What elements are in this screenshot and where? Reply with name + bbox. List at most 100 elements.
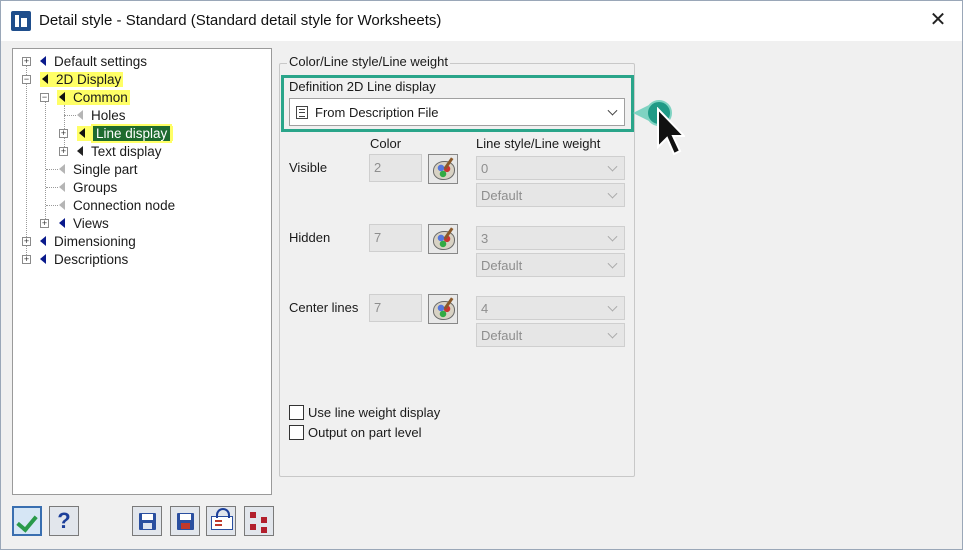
visible-style-dropdown[interactable]: 0 <box>476 156 625 180</box>
tree-item-connection-node[interactable]: Connection node <box>59 196 175 214</box>
triangle-icon <box>59 200 65 210</box>
settings-tree[interactable]: + Default settings − 2D Display − Common… <box>12 48 272 495</box>
floppy-icon <box>139 513 156 530</box>
app-icon <box>11 11 31 31</box>
tree-item-label: Common <box>73 89 128 105</box>
tree-item-views[interactable]: Views <box>59 214 109 232</box>
load-button[interactable] <box>206 506 236 536</box>
tree-item-label: Dimensioning <box>54 233 136 249</box>
group-title: Color/Line style/Line weight <box>287 54 450 69</box>
floppy-icon <box>177 513 194 530</box>
tree-item-single-part[interactable]: Single part <box>59 160 138 178</box>
structure-icon <box>250 512 256 518</box>
help-icon: ? <box>57 508 71 533</box>
mouse-cursor-icon <box>657 107 685 156</box>
structure-icon <box>261 527 267 533</box>
collapse-icon[interactable]: − <box>40 93 49 102</box>
chevron-down-icon <box>607 188 618 199</box>
title-bar: Detail style - Standard (Standard detail… <box>1 1 962 41</box>
center-lines-style-dropdown[interactable]: 4 <box>476 296 625 320</box>
document-icon <box>296 105 308 119</box>
tree-item-groups[interactable]: Groups <box>59 178 117 196</box>
tree-item-holes[interactable]: Holes <box>77 106 126 124</box>
color-header: Color <box>370 136 402 151</box>
hidden-weight-dropdown[interactable]: Default <box>476 253 625 277</box>
tree-line <box>46 169 58 170</box>
expand-icon[interactable]: + <box>22 57 31 66</box>
triangle-icon <box>40 56 46 66</box>
ok-button[interactable] <box>12 506 42 536</box>
triangle-icon <box>40 254 46 264</box>
tree-line <box>46 187 58 188</box>
line-weight-display-checkbox[interactable] <box>289 405 304 420</box>
visible-palette-icon[interactable] <box>428 154 458 184</box>
tree-item-label: Holes <box>91 107 126 123</box>
help-button[interactable]: ? <box>49 506 79 536</box>
chevron-down-icon <box>607 161 618 172</box>
structure-button[interactable] <box>244 506 274 536</box>
expand-icon[interactable]: + <box>40 219 49 228</box>
tree-item-label: Groups <box>73 179 118 195</box>
triangle-icon <box>79 128 85 138</box>
save-as-button[interactable] <box>170 506 200 536</box>
tree-highlight: Line display <box>77 123 174 143</box>
center-lines-weight-value: Default <box>481 327 523 343</box>
center-lines-color-field[interactable]: 7 <box>369 294 422 322</box>
line-weight-display-label: Use line weight display <box>308 405 441 420</box>
center-lines-weight-dropdown[interactable]: Default <box>476 323 625 347</box>
expand-icon[interactable]: + <box>22 237 31 246</box>
chevron-down-icon <box>607 105 618 116</box>
tree-item-line-display[interactable]: Line display <box>77 123 174 143</box>
hidden-weight-value: Default <box>481 257 523 273</box>
tree-highlight: Common <box>57 89 130 105</box>
dialog-window: Detail style - Standard (Standard detail… <box>0 0 963 550</box>
visible-color-field[interactable]: 2 <box>369 154 422 182</box>
tree-line <box>45 101 46 225</box>
tree-line <box>64 115 76 116</box>
expand-icon[interactable]: + <box>59 147 68 156</box>
tree-item-2d-display[interactable]: 2D Display <box>40 70 124 88</box>
tree-item-common[interactable]: Common <box>57 88 130 106</box>
triangle-icon <box>42 74 48 84</box>
expand-icon[interactable]: + <box>22 255 31 264</box>
line-weight-display-option[interactable]: Use line weight display <box>289 405 440 420</box>
tree-item-default-settings[interactable]: Default settings <box>40 52 147 70</box>
triangle-icon <box>40 236 46 246</box>
structure-icon <box>250 524 256 530</box>
load-icon <box>211 516 233 530</box>
hidden-color-field[interactable]: 7 <box>369 224 422 252</box>
visible-weight-value: Default <box>481 187 523 203</box>
triangle-icon <box>59 218 65 228</box>
output-part-level-checkbox[interactable] <box>289 425 304 440</box>
hidden-style-value: 3 <box>481 230 489 246</box>
definition-dropdown[interactable]: From Description File <box>289 98 625 126</box>
chevron-down-icon <box>607 301 618 312</box>
triangle-icon <box>59 164 65 174</box>
tree-item-descriptions[interactable]: Descriptions <box>40 250 128 268</box>
definition-label: Definition 2D Line display <box>289 79 436 94</box>
triangle-icon <box>59 182 65 192</box>
output-part-level-option[interactable]: Output on part level <box>289 425 421 440</box>
chevron-down-icon <box>607 328 618 339</box>
save-button[interactable] <box>132 506 162 536</box>
tree-item-text-display[interactable]: Text display <box>77 142 162 160</box>
hidden-label: Hidden <box>289 230 331 245</box>
center-lines-palette-icon[interactable] <box>428 294 458 324</box>
tree-item-label: Default settings <box>54 53 148 69</box>
center-lines-label: Center lines <box>289 300 359 315</box>
triangle-icon <box>77 110 83 120</box>
chevron-down-icon <box>607 231 618 242</box>
hidden-palette-icon[interactable] <box>428 224 458 254</box>
tree-item-dimensioning[interactable]: Dimensioning <box>40 232 136 250</box>
definition-value: From Description File <box>315 104 439 120</box>
reload-arrow-icon <box>216 508 230 518</box>
tree-item-label: Single part <box>73 161 138 177</box>
visible-weight-dropdown[interactable]: Default <box>476 183 625 207</box>
tree-item-label: 2D Display <box>56 71 122 87</box>
tree-item-label: Descriptions <box>54 251 129 267</box>
close-button[interactable]: ✕ <box>926 9 950 33</box>
hidden-style-dropdown[interactable]: 3 <box>476 226 625 250</box>
structure-icon <box>261 517 267 523</box>
collapse-icon[interactable]: − <box>22 75 31 84</box>
expand-icon[interactable]: + <box>59 129 68 138</box>
